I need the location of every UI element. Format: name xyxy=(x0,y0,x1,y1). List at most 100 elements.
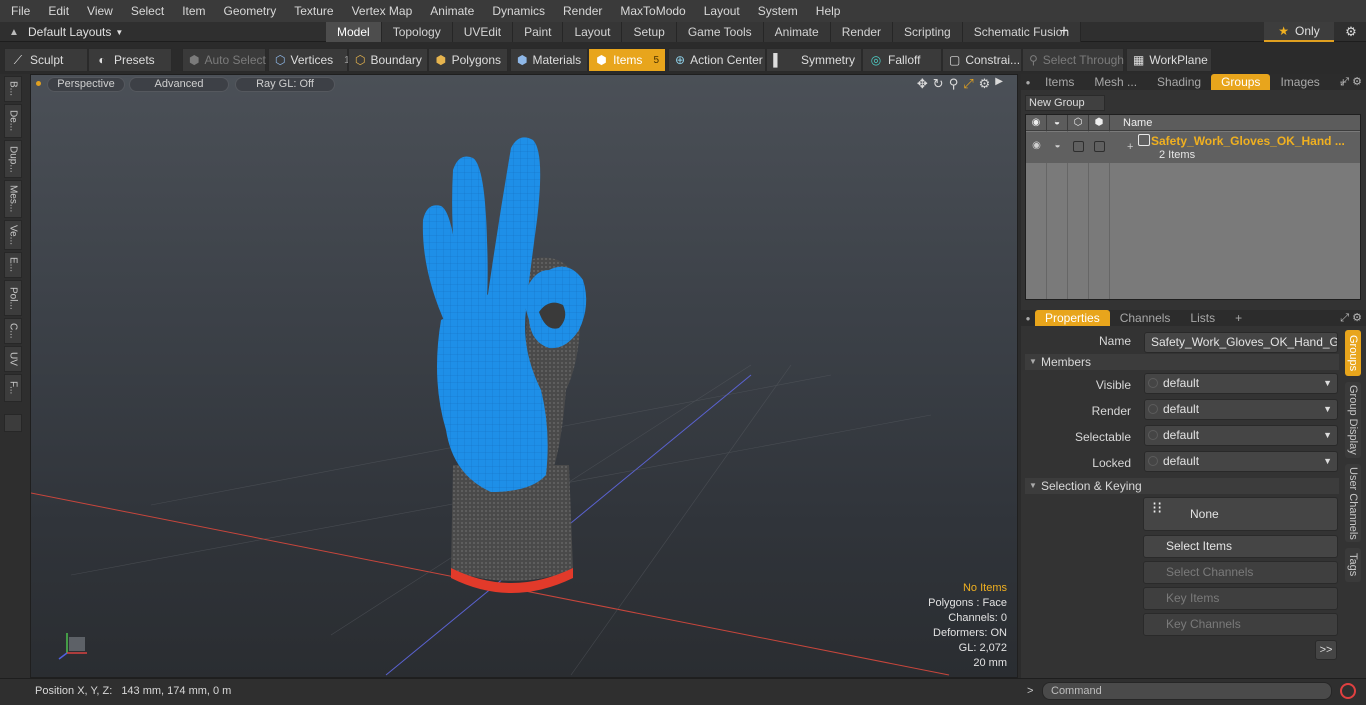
mode-tab-uvedit[interactable]: UVEdit xyxy=(452,22,514,42)
panel-tab-properties[interactable]: Properties xyxy=(1035,310,1110,326)
rotate-view-icon[interactable]: ↻ xyxy=(933,76,944,92)
left-strip-tab[interactable]: Dup... xyxy=(4,140,22,178)
visible-dropdown[interactable]: default ▼ xyxy=(1144,373,1338,394)
selection-keying-section-header[interactable]: ▼ Selection & Keying xyxy=(1025,478,1339,494)
select-through-button[interactable]: ⚲ Select Through xyxy=(1022,48,1124,72)
menu-item-layout[interactable]: Layout xyxy=(695,0,749,22)
mode-tab-game-tools[interactable]: Game Tools xyxy=(676,22,764,42)
left-strip-tab[interactable]: C... xyxy=(4,318,22,344)
panel-expand-gear-icon[interactable]: ⤢ ⚙ xyxy=(1340,310,1362,326)
key-items-button[interactable]: Key Items xyxy=(1143,587,1338,610)
mode-tab-render[interactable]: Render xyxy=(830,22,894,42)
panel-tab-mesh-[interactable]: Mesh ... xyxy=(1084,74,1147,90)
menu-item-view[interactable]: View xyxy=(78,0,122,22)
auto-select-button[interactable]: ⬢ Auto Select xyxy=(182,48,266,72)
raygl-dropdown[interactable]: Ray GL: Off xyxy=(235,77,335,92)
viewport-more-icon[interactable]: ▶ xyxy=(995,76,1003,92)
selectable-dropdown[interactable]: default ▼ xyxy=(1144,425,1338,446)
3d-viewport[interactable]: Perspective Advanced Ray GL: Off ✥ ↻ ⚲ ⤢… xyxy=(30,74,1018,678)
row-eye-icon[interactable]: ◉ xyxy=(1026,140,1047,151)
viewport-settings-icon[interactable]: ⚙ xyxy=(979,76,991,92)
panel-tab-shading[interactable]: Shading xyxy=(1147,74,1211,90)
panel-tab-groups[interactable]: Groups xyxy=(1211,74,1271,90)
vertical-tab-tags[interactable]: Tags xyxy=(1345,548,1361,582)
left-strip-tab[interactable]: UV xyxy=(4,346,22,372)
panel-grip-icon[interactable]: ● xyxy=(1021,78,1035,87)
left-strip-tab[interactable]: F... xyxy=(4,374,22,402)
fit-view-icon[interactable]: ⤢ xyxy=(963,76,973,92)
left-strip-tab[interactable]: De... xyxy=(4,104,22,138)
sculpt-button[interactable]: ⟋ Sculpt xyxy=(4,48,88,72)
constraints-button[interactable]: ▢ Constrai... xyxy=(942,48,1022,72)
render-dropdown[interactable]: default ▼ xyxy=(1144,399,1338,420)
vertices-button[interactable]: ⬡ Vertices 1 xyxy=(268,48,350,72)
left-strip-tab[interactable]: E... xyxy=(4,252,22,278)
perspective-dropdown[interactable]: Perspective xyxy=(47,77,125,92)
collapse-up-icon[interactable]: ▲ xyxy=(0,27,28,38)
visibility-eye-icon[interactable]: ◉ xyxy=(1026,115,1047,131)
move-view-icon[interactable]: ✥ xyxy=(917,76,928,92)
workplane-button[interactable]: ▦ WorkPlane xyxy=(1126,48,1212,72)
mode-tab-model[interactable]: Model xyxy=(326,22,382,42)
symmetry-button[interactable]: ▌ Symmetry xyxy=(766,48,862,72)
menu-item-animate[interactable]: Animate xyxy=(421,0,483,22)
vertical-tab-groups[interactable]: Groups xyxy=(1345,330,1361,376)
command-input[interactable]: Command xyxy=(1042,682,1332,700)
items-button[interactable]: ⬢ Items 5 xyxy=(588,48,666,72)
menu-item-item[interactable]: Item xyxy=(173,0,214,22)
menu-item-geometry[interactable]: Geometry xyxy=(215,0,286,22)
mode-tab-setup[interactable]: Setup xyxy=(622,22,677,42)
menu-item-render[interactable]: Render xyxy=(554,0,611,22)
panel-grip-icon[interactable]: ● xyxy=(1021,314,1035,323)
mode-tab-paint[interactable]: Paint xyxy=(513,22,564,42)
select-items-button[interactable]: Select Items xyxy=(1143,535,1338,558)
panel-tab-items[interactable]: Items xyxy=(1035,74,1084,90)
mode-tab-layout[interactable]: Layout xyxy=(563,22,623,42)
falloff-button[interactable]: ◎ Falloff xyxy=(862,48,942,72)
row-selectable-checkbox[interactable] xyxy=(1073,141,1084,152)
panel-expand-gear-icon[interactable]: ⤢ ⚙ xyxy=(1340,74,1362,90)
locked-dropdown[interactable]: default ▼ xyxy=(1144,451,1338,472)
zoom-view-icon[interactable]: ⚲ xyxy=(949,76,959,92)
mode-tab-animate[interactable]: Animate xyxy=(763,22,831,42)
menu-item-help[interactable]: Help xyxy=(807,0,850,22)
left-strip-handle[interactable] xyxy=(4,414,22,432)
new-group-button[interactable]: New Group xyxy=(1025,95,1105,111)
panel-tab-channels[interactable]: Channels xyxy=(1110,310,1181,326)
materials-button[interactable]: ⬢ Materials xyxy=(510,48,588,72)
left-strip-tab[interactable]: B... xyxy=(4,76,22,102)
row-render-icon[interactable]: ◒ xyxy=(1047,140,1068,151)
locked-cube-icon[interactable]: ⬢ xyxy=(1089,115,1110,131)
select-channels-button[interactable]: Select Channels xyxy=(1143,561,1338,584)
menu-item-maxtomodo[interactable]: MaxToModo xyxy=(611,0,694,22)
layout-dropdown[interactable]: ▲ Default Layouts ▼ xyxy=(0,22,123,42)
row-locked-checkbox[interactable] xyxy=(1094,141,1105,152)
menu-item-file[interactable]: File xyxy=(0,0,39,22)
shading-dropdown[interactable]: Advanced xyxy=(129,77,229,92)
key-channels-button[interactable]: Key Channels xyxy=(1143,613,1338,636)
group-row[interactable]: ◉ ◒ + Safety_Work_Gloves_OK_Hand ... 2 I… xyxy=(1026,132,1360,163)
add-tab-plus-icon[interactable]: + xyxy=(1056,22,1072,42)
selectable-cube-icon[interactable]: ⬡ xyxy=(1068,115,1089,131)
polygons-button[interactable]: ⬢ Polygons xyxy=(428,48,508,72)
left-strip-tab[interactable]: Ve... xyxy=(4,220,22,250)
boundary-button[interactable]: ⬡ Boundary xyxy=(348,48,428,72)
left-strip-tab[interactable]: Pol... xyxy=(4,280,22,316)
vertical-tab-group-display[interactable]: Group Display xyxy=(1345,382,1361,458)
vertical-tab-user-channels[interactable]: User Channels xyxy=(1345,464,1361,542)
action-center-button[interactable]: ⊕ Action Center xyxy=(668,48,766,72)
expand-plus-icon[interactable]: + xyxy=(1127,141,1133,153)
presets-button[interactable]: ◐ Presets xyxy=(88,48,172,72)
menu-item-system[interactable]: System xyxy=(749,0,807,22)
members-section-header[interactable]: ▼ Members xyxy=(1025,354,1339,370)
gear-icon[interactable]: ⚙ xyxy=(1336,22,1366,42)
add-panel-tab-plus-icon[interactable]: + xyxy=(1225,310,1252,326)
left-strip-tab[interactable]: Mes... xyxy=(4,180,22,218)
mode-tab-topology[interactable]: Topology xyxy=(381,22,453,42)
panel-tab-lists[interactable]: Lists xyxy=(1180,310,1225,326)
glove-model[interactable] xyxy=(401,130,641,610)
record-macro-icon[interactable] xyxy=(1340,683,1356,699)
name-input[interactable]: Safety_Work_Gloves_OK_Hand_Gesture xyxy=(1144,332,1338,353)
none-button[interactable]: ⁝⁝ None xyxy=(1143,497,1338,531)
render-icon[interactable]: ◒ xyxy=(1047,115,1068,131)
